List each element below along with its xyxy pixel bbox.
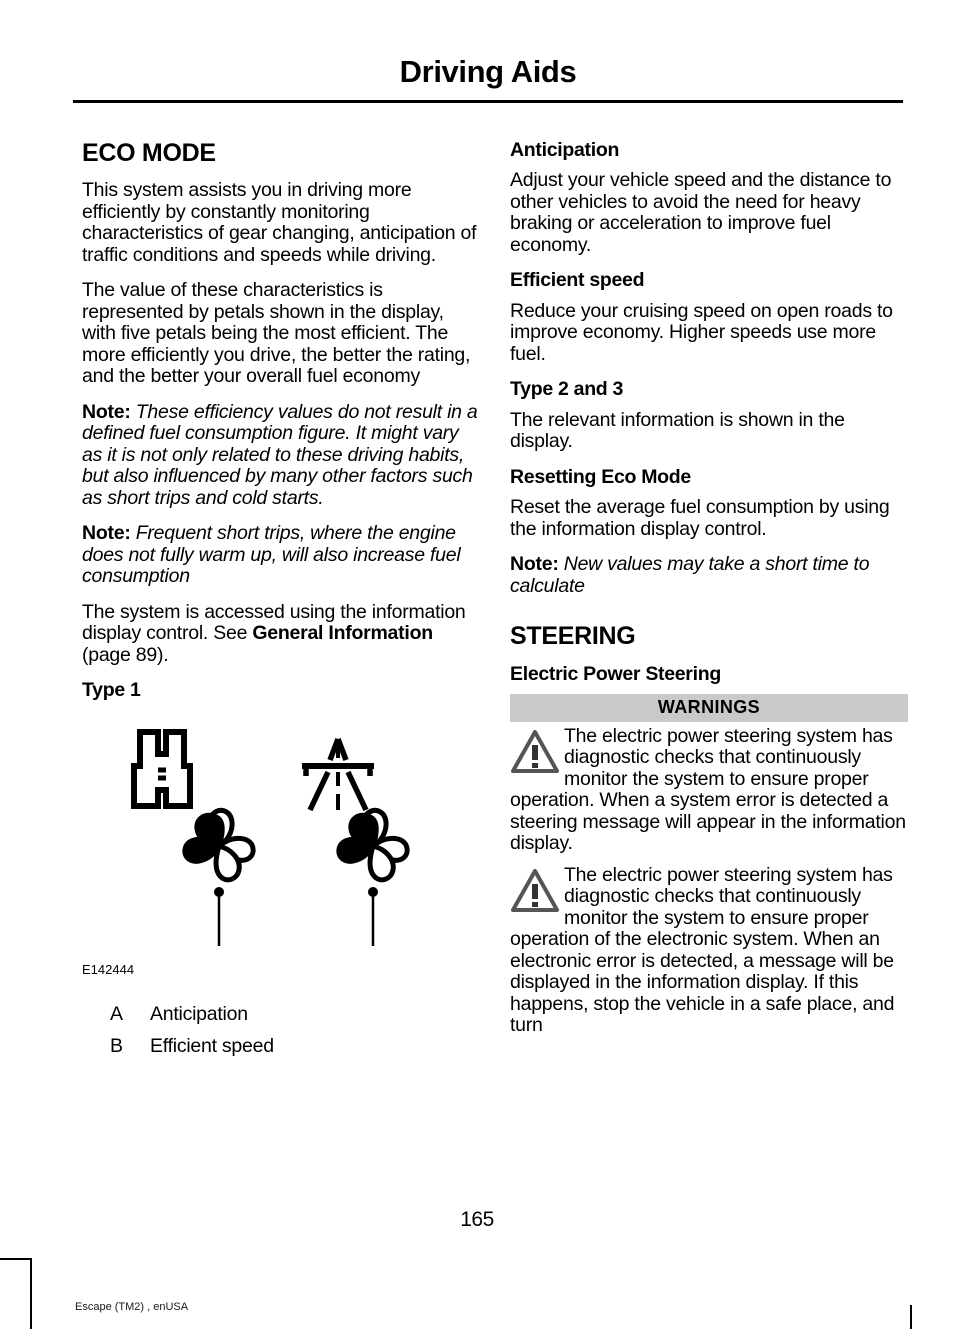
warning-triangle-icon [511,729,559,773]
legend-key: A [110,1002,123,1025]
eco-petal-flower-efficient-speed [336,807,410,882]
paragraph-anticipation: Adjust your vehicle speed and the distan… [510,169,892,256]
eco-mode-icons-illustration [131,728,410,946]
legend-row: A Anticipation [82,998,480,1030]
paragraph-eco-petals: The value of these characteristics is re… [82,279,471,388]
figure-legend: A Anticipation B Efficient speed [82,998,480,1062]
paragraph-efficient-speed: Reduce your cruising speed on open roads… [510,299,893,365]
left-column: ECO MODE This system assists you in driv… [82,140,480,1062]
note-label: Note: [82,400,131,423]
legend-label: Anticipation [150,1002,248,1025]
warning-text: The electric power steering system has d… [510,863,895,1037]
page-title: Driving Aids [399,54,577,89]
paragraph-type-2-and-3: The relevant information is shown in the… [510,408,845,453]
warning-item: The electric power steering system has d… [510,863,908,1037]
crop-mark-bottom-left-vertical [30,1258,32,1329]
stem-dot-a [214,886,224,897]
note-label: Note: [82,522,131,545]
heading-type-2-and-3: Type 2 and 3 [510,378,624,401]
note-label: Note: [510,553,559,576]
legend-label: Efficient speed [150,1034,274,1057]
paragraph-eco-intro: This system assists you in driving more … [82,179,477,266]
warnings-title-bar: WARNINGS [510,693,908,722]
figure-id-label: E142444 [82,961,135,977]
crop-mark-bottom-right [910,1305,912,1329]
legend-key: B [110,1034,123,1057]
legend-row: B Efficient speed [82,1030,480,1062]
note-body: These efficiency values do not result in… [82,400,478,509]
header-divider [73,100,903,103]
note-new-values: Note: New values may take a short time t… [510,554,908,597]
flower-center [215,842,223,850]
eco-petal-flower-anticipation [182,807,256,882]
heading-type-1: Type 1 [82,679,141,702]
right-column: Anticipation Adjust your vehicle speed a… [510,139,908,1047]
note-efficiency-values: Note: These efficiency values do not res… [82,400,480,510]
warning-triangle-icon [511,868,559,912]
heading-eco-mode: ECO MODE [82,139,216,167]
heading-steering: STEERING [510,622,636,651]
warning-text: The electric power steering system has d… [510,724,906,855]
manual-page: Driving Aids ECO MODE This system assist… [0,0,954,1329]
binoculars-bridge [158,767,166,781]
stem-dot-b [368,886,378,897]
heading-efficient-speed: Efficient speed [510,269,645,292]
footer-imprint: Escape (TM2) , enUSA [75,1301,189,1313]
paragraph-part-2: (page 89). [82,643,169,666]
warning-item: The electric power steering system has d… [510,724,908,855]
note-body: Frequent short trips, where the engine d… [82,522,461,588]
flower-center [369,842,377,850]
heading-resetting-eco-mode: Resetting Eco Mode [510,465,691,488]
warnings-block: WARNINGS The electric power steering sys… [510,693,908,1037]
heading-anticipation: Anticipation [510,139,620,161]
road-icon [302,737,374,811]
paragraph-system-access: The system is accessed using the informa… [82,601,480,667]
heading-electric-power-steering: Electric Power Steering [510,662,721,685]
crop-mark-bottom-left-horizontal [0,1258,32,1260]
note-short-trips: Note: Frequent short trips, where the en… [82,523,480,588]
figure-eco-mode-display: E142444 [82,714,480,982]
cross-reference-general-information[interactable]: General Information [252,622,433,645]
paragraph-resetting-eco-mode: Reset the average fuel consumption by us… [510,496,890,540]
page-number: 165 [460,1208,494,1231]
note-body: New values may take a short time to calc… [510,553,870,597]
